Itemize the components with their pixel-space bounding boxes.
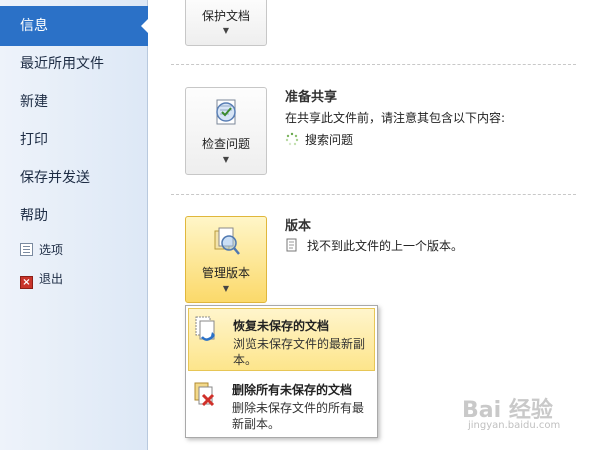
nav-exit[interactable]: × 退出 [20,268,63,290]
nav-options[interactable]: 选项 [20,239,63,261]
delete-documents-icon [194,382,215,407]
check-issues-button[interactable]: 检查问题 ▼ [185,87,267,175]
prepare-share-title: 准备共享 [285,90,338,105]
nav-help[interactable]: 帮助 [0,198,148,234]
versions-title: 版本 [285,219,312,234]
versions-desc: 找不到此文件的上一个版本。 [307,239,464,253]
nav-print[interactable]: 打印 [0,122,148,158]
delete-unsaved-title: 删除所有未保存的文档 [232,383,353,397]
divider [171,64,576,65]
protect-document-label: 保护文档 [201,9,250,23]
inspect-document-icon [216,99,236,125]
manage-versions-button[interactable]: 管理版本 ▼ [185,216,267,303]
recover-document-icon [195,316,215,341]
options-label: 选项 [39,243,64,257]
search-issues-label: 搜索问题 [305,133,354,147]
watermark-url: jingyan.baidu.com [468,420,561,431]
dropdown-arrow-icon: ▼ [222,155,230,164]
nav-info[interactable]: 信息 [0,6,149,46]
divider [171,194,576,195]
dropdown-arrow-icon: ▼ [222,26,230,35]
manage-versions-label: 管理版本 [201,266,250,280]
delete-unsaved-desc: 删除未保存文件的所有最新副本。 [232,401,365,431]
exit-label: 退出 [39,272,64,286]
versions-desc-row: 找不到此文件的上一个版本。 [285,237,463,254]
menu-item-recover-unsaved[interactable]: 恢复未保存的文档 浏览未保存文件的最新副本。 [188,308,375,371]
protect-document-button[interactable]: 保护文档 ▼ [185,0,267,46]
backstage-sidebar: 信息 最近所用文件 新建 打印 保存并发送 帮助 选项 × 退出 [0,0,149,450]
exit-icon: × [20,276,33,289]
dropdown-arrow-icon: ▼ [222,284,230,293]
recover-unsaved-title: 恢复未保存的文档 [233,319,330,333]
nav-save-send[interactable]: 保存并发送 [0,160,148,196]
check-issues-label: 检查问题 [201,137,250,151]
search-issues-item: 搜索问题 [285,131,353,148]
recover-unsaved-desc: 浏览未保存文件的最新副本。 [233,337,366,367]
loading-spinner-icon [285,132,299,146]
manage-versions-icon [214,227,240,255]
nav-recent-files[interactable]: 最近所用文件 [0,46,148,82]
menu-item-delete-unsaved[interactable]: 删除所有未保存的文档 删除未保存文件的所有最新副本。 [188,373,375,436]
document-icon [286,238,297,252]
options-icon [20,243,33,256]
manage-versions-menu: 恢复未保存的文档 浏览未保存文件的最新副本。 删除所有未保存的文档 删除未保存文… [185,305,378,438]
prepare-share-desc: 在共享此文件前，请注意其包含以下内容: [285,111,506,125]
nav-new[interactable]: 新建 [0,84,148,120]
